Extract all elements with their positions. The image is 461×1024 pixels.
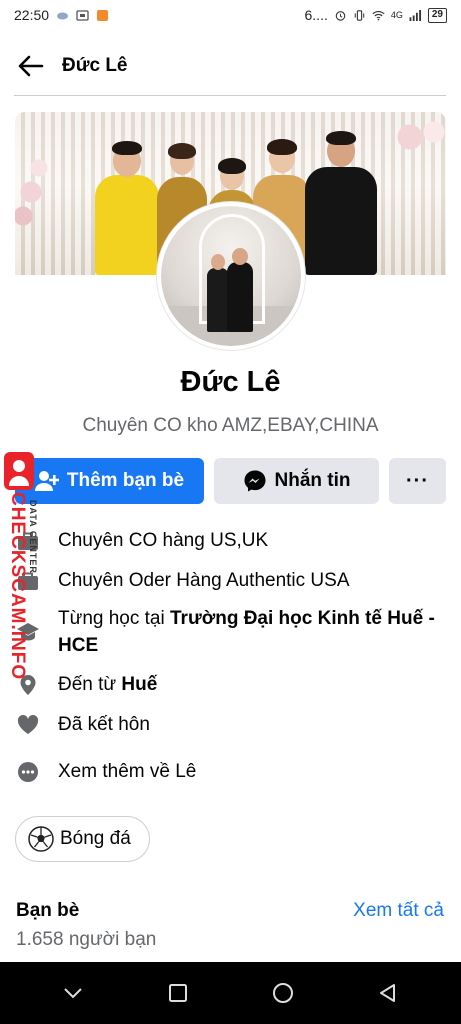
watermark-text: CHECKSCAM.INFO: [7, 492, 28, 681]
messenger-icon: [244, 470, 265, 492]
app-header: Đức Lê: [0, 38, 461, 94]
signal-icon: [409, 9, 421, 21]
profile-bio: Chuyên CO kho AMZ,EBAY,CHINA: [82, 415, 379, 436]
profile-actions: Thêm bạn bè Nhắn tin ···: [15, 458, 446, 504]
nav-recents-button[interactable]: [158, 973, 198, 1013]
watermark-badge-icon: [4, 452, 34, 490]
intro-text: Chuyên CO hàng US,UK: [58, 530, 269, 551]
intro-text: Chuyên Oder Hàng Authentic USA: [58, 570, 350, 591]
intro-item-work-2: Chuyên Oder Hàng Authentic USA: [16, 567, 446, 594]
intro-prefix: Đến từ: [58, 674, 122, 695]
hobby-chip[interactable]: Bóng đá: [15, 816, 150, 862]
friends-count: 1.658 người bạn: [16, 929, 157, 950]
nav-hide-button[interactable]: [53, 973, 93, 1013]
arrow-left-icon: [18, 55, 44, 77]
vibrate-icon: [354, 9, 365, 21]
intro-text: Từng học tại Trường Đại học Kinh tế Huế …: [58, 605, 446, 659]
intro-item-hometown: Đến từ Huế: [16, 671, 446, 698]
more-dots-icon: [16, 758, 40, 785]
see-all-friends-link[interactable]: Xem tất cả: [353, 900, 444, 922]
recents-square-icon: [168, 984, 187, 1002]
soccer-ball-icon: [28, 826, 54, 852]
nav-home-button[interactable]: [263, 973, 303, 1013]
notification-icon: [76, 9, 89, 21]
see-more-about-link[interactable]: Xem thêm về Lê: [16, 758, 446, 785]
back-button[interactable]: [16, 51, 46, 81]
nav-back-button[interactable]: [368, 973, 408, 1013]
header-divider: [14, 95, 446, 96]
system-nav-bar: [0, 962, 461, 1024]
intro-item-education: Từng học tại Trường Đại học Kinh tế Huế …: [16, 605, 446, 659]
add-friend-button[interactable]: Thêm bạn bè: [15, 458, 204, 504]
wifi-icon: [372, 10, 385, 20]
hobby-label: Bóng đá: [60, 828, 131, 849]
chevron-down-icon: [63, 988, 82, 999]
watermark-logo: CHECKSCAM.INFO DATA CENTER: [2, 452, 38, 682]
battery-icon: 29: [427, 7, 447, 23]
alarm-icon: [335, 10, 346, 21]
intro-text: Xem thêm về Lê: [58, 761, 197, 782]
network-speed: 6....: [304, 7, 328, 23]
friends-section-title: Bạn bè: [16, 900, 80, 921]
message-label: Nhắn tin: [274, 470, 351, 491]
app-icon: [97, 9, 109, 21]
intro-item-work-1: Chuyên CO hàng US,UK: [16, 527, 446, 554]
add-friend-icon: [34, 471, 59, 491]
watermark-subtext: DATA CENTER: [28, 500, 38, 574]
signal-type: 4G: [390, 10, 403, 20]
intro-text: Đã kết hôn: [58, 714, 150, 735]
page-title: Đức Lê: [62, 55, 128, 76]
intro-item-relationship: Đã kết hôn: [16, 711, 446, 738]
profile-avatar[interactable]: [157, 202, 305, 350]
intro-text: Đến từ Huế: [58, 671, 157, 698]
back-triangle-icon: [380, 984, 396, 1002]
cloud-icon: [57, 12, 69, 19]
home-circle-icon: [273, 983, 294, 1003]
profile-name: Đức Lê: [180, 366, 281, 398]
add-friend-label: Thêm bạn bè: [66, 470, 185, 491]
more-options-button[interactable]: ···: [389, 458, 446, 504]
status-bar: 22:50 6.... 4G 29: [0, 0, 461, 30]
message-button[interactable]: Nhắn tin: [214, 458, 379, 504]
heart-icon: [16, 711, 40, 738]
hometown-link[interactable]: Huế: [121, 674, 157, 695]
status-time: 22:50: [14, 7, 50, 23]
intro-prefix: Từng học tại: [58, 608, 170, 629]
more-dots-icon: ···: [406, 469, 429, 492]
